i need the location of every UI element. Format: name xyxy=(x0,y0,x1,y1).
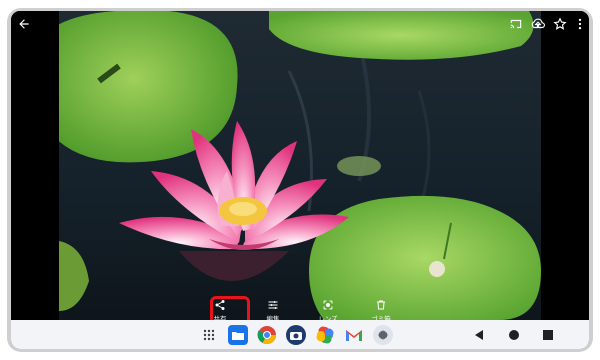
lens-icon xyxy=(323,300,333,310)
edit-adjust-icon xyxy=(268,301,278,309)
recents-square-icon[interactable] xyxy=(543,325,553,344)
photo-lotus-lily-pads[interactable] xyxy=(59,11,541,320)
taskbar xyxy=(11,320,589,349)
app-dock xyxy=(199,325,393,345)
settings-icon[interactable] xyxy=(373,325,393,345)
cast-icon[interactable] xyxy=(505,13,527,35)
photos-icon[interactable] xyxy=(315,325,335,345)
back-triangle-icon[interactable] xyxy=(475,325,485,344)
nav-keys xyxy=(475,320,553,349)
chrome-icon[interactable] xyxy=(257,325,277,345)
more-vert-icon[interactable] xyxy=(569,13,589,35)
photo-viewer: 共有 編集 レンズ ゴミ箱 xyxy=(11,11,589,334)
trash-icon xyxy=(377,300,385,310)
back-arrow-icon[interactable] xyxy=(13,13,35,35)
home-circle-icon[interactable] xyxy=(509,325,519,344)
star-icon[interactable] xyxy=(549,13,571,35)
files-app-icon[interactable] xyxy=(228,325,248,345)
camera-icon[interactable] xyxy=(286,325,306,345)
app-drawer-icon[interactable] xyxy=(199,325,219,345)
device-screen: 共有 編集 レンズ ゴミ箱 xyxy=(11,11,589,349)
gmail-icon[interactable] xyxy=(344,325,364,345)
cloud-upload-icon[interactable] xyxy=(527,13,549,35)
